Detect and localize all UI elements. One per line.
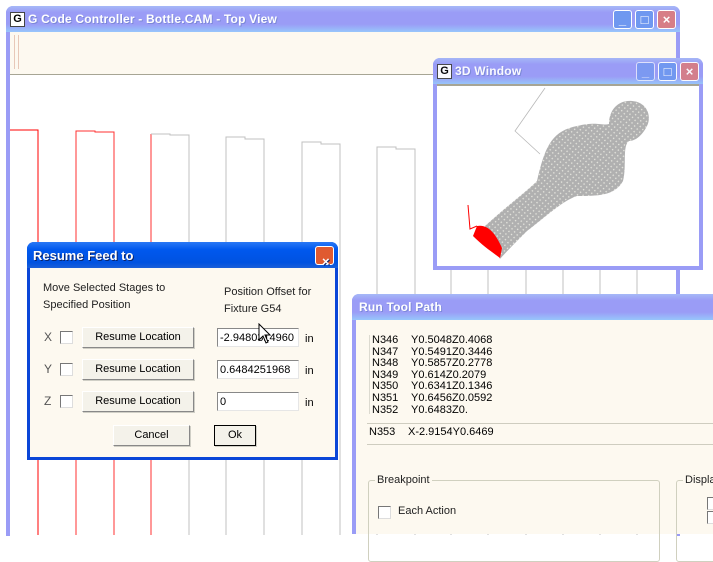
3d-window-title-bar[interactable]: G 3D Window _ □ ×	[433, 58, 703, 84]
display-option-checkbox[interactable]	[707, 497, 713, 510]
ok-button[interactable]: Ok	[214, 425, 256, 446]
x-unit: in	[305, 333, 314, 345]
line-number: N351	[372, 391, 399, 404]
current-gcode-line: N353 X-2.9154Y0.6469	[367, 423, 713, 445]
resume-dialog-title-bar[interactable]: Resume Feed to ×	[27, 242, 338, 269]
3d-window: G 3D Window _ □ ×	[433, 58, 703, 270]
each-action-label: Each Action	[398, 505, 457, 517]
axis-y-label: Y	[44, 362, 53, 376]
y-unit: in	[305, 365, 314, 377]
close-button[interactable]: ×	[657, 10, 676, 29]
close-icon: ×	[685, 64, 694, 79]
resume-dialog-title: Resume Feed to	[33, 248, 134, 263]
resume-feed-dialog: Resume Feed to × Move Selected Stages to…	[27, 242, 338, 460]
z-position-input[interactable]	[217, 392, 299, 411]
line-code: Y0.5048Z0.4068	[411, 334, 493, 346]
each-action-checkbox[interactable]	[378, 506, 391, 519]
3d-viewport[interactable]	[437, 84, 699, 266]
maximize-icon: □	[663, 64, 672, 79]
minimize-button[interactable]: _	[613, 10, 632, 29]
current-line-code: X-2.9154Y0.6469	[408, 426, 494, 438]
run-tool-path-title: Run Tool Path	[359, 300, 443, 314]
display-group: Displa	[676, 474, 713, 562]
axis-x-checkbox[interactable]	[60, 331, 73, 344]
current-line-number: N353	[369, 426, 396, 438]
axis-z-checkbox[interactable]	[60, 395, 73, 408]
display-group-label: Displa	[683, 474, 713, 486]
line-number: N346	[372, 334, 399, 346]
minimize-icon: _	[618, 12, 627, 27]
gcode-line[interactable]: N351 Y0.6456Z0.0592	[372, 391, 713, 405]
gcode-line[interactable]: N352 Y0.6483Z0.	[372, 403, 713, 417]
maximize-button[interactable]: □	[635, 10, 654, 29]
main-window-title: G Code Controller - Bottle.CAM - Top Vie…	[28, 12, 278, 26]
axis-x-label: X	[44, 330, 53, 344]
mouse-cursor-icon	[258, 323, 272, 344]
run-tool-path-body: N346 Y0.5048Z0.4068 N347 Y0.5491Z0.3446 N3…	[356, 320, 713, 562]
offset-label-1: Position Offset for	[224, 286, 312, 298]
app-icon: G	[10, 12, 25, 27]
close-icon: ×	[662, 12, 671, 27]
main-title-bar[interactable]: G G Code Controller - Bottle.CAM - Top V…	[6, 6, 680, 32]
z-unit: in	[305, 397, 314, 409]
line-code: Y0.6456Z0.0592	[411, 391, 493, 404]
gcode-line[interactable]: N346 Y0.5048Z0.4068	[372, 334, 713, 347]
resume-dialog-body: Move Selected Stages to Specified Positi…	[30, 268, 335, 457]
cancel-button[interactable]: Cancel	[113, 425, 190, 446]
3d-window-title: 3D Window	[455, 64, 522, 78]
rapid-move-path	[514, 87, 546, 155]
instruction-text-2: Specified Position	[43, 299, 131, 311]
run-tool-path-title-bar[interactable]: Run Tool Path	[352, 294, 713, 320]
run-tool-path-window: Run Tool Path N346 Y0.5048Z0.4068 N347 Y0.…	[352, 294, 713, 562]
plunge-path	[467, 204, 478, 230]
resume-location-x-button[interactable]: Resume Location	[82, 327, 194, 348]
breakpoint-group-label: Breakpoint	[375, 474, 432, 486]
resume-location-z-button[interactable]: Resume Location	[82, 391, 194, 412]
instruction-text-1: Move Selected Stages to	[43, 282, 166, 294]
bottle-surface	[485, 100, 649, 259]
gcode-listing[interactable]: N346 Y0.5048Z0.4068 N347 Y0.5491Z0.3446 N3…	[369, 334, 713, 417]
close-button[interactable]: ×	[680, 62, 699, 81]
toolbar-grip[interactable]	[14, 35, 19, 69]
display-option-checkbox[interactable]	[707, 511, 713, 524]
y-position-input[interactable]	[217, 360, 299, 379]
bottle-3d-model	[467, 87, 649, 259]
line-number: N352	[372, 403, 399, 416]
resume-location-y-button[interactable]: Resume Location	[82, 359, 194, 380]
minimize-button[interactable]: _	[636, 62, 655, 81]
maximize-button[interactable]: □	[658, 62, 677, 81]
maximize-icon: □	[640, 12, 649, 27]
app-icon: G	[437, 64, 452, 79]
axis-z-label: Z	[44, 394, 52, 408]
breakpoint-group: Breakpoint Each Action	[368, 474, 660, 562]
line-code: Y0.6483Z0.	[411, 403, 468, 416]
dialog-close-button[interactable]: ×	[315, 246, 334, 269]
minimize-icon: _	[641, 64, 650, 79]
offset-label-2: Fixture G54	[224, 303, 282, 315]
axis-y-checkbox[interactable]	[60, 363, 73, 376]
